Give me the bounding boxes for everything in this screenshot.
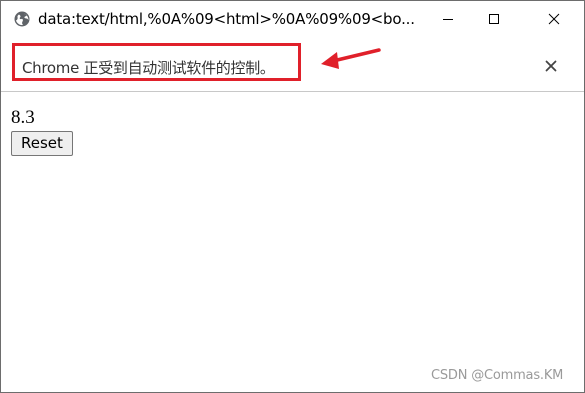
window-close-button[interactable]	[531, 1, 577, 37]
browser-window: data:text/html,%0A%09<html>%0A%09%09<bo.…	[0, 0, 585, 393]
window-title: data:text/html,%0A%09<html>%0A%09%09<bo.…	[38, 10, 415, 28]
maximize-button[interactable]	[471, 1, 517, 37]
globe-icon	[14, 11, 30, 27]
reset-button[interactable]: Reset	[11, 131, 73, 156]
minimize-button[interactable]	[425, 1, 471, 37]
automation-infobar: Chrome 正受到自动测试软件的控制。	[1, 37, 584, 92]
value-display: 8.3	[11, 107, 35, 128]
title-bar[interactable]: data:text/html,%0A%09<html>%0A%09%09<bo.…	[1, 1, 584, 37]
infobar-close-button[interactable]	[541, 56, 561, 76]
minimize-icon	[443, 19, 453, 20]
infobar-message: Chrome 正受到自动测试软件的控制。	[22, 59, 275, 77]
close-icon	[548, 13, 560, 25]
arrow-icon	[321, 48, 381, 69]
watermark: CSDN @Commas.KM	[431, 368, 564, 383]
page-content: 8.3 Reset CSDN @Commas.KM	[1, 92, 584, 392]
close-icon	[545, 60, 557, 72]
maximize-icon	[489, 14, 499, 24]
